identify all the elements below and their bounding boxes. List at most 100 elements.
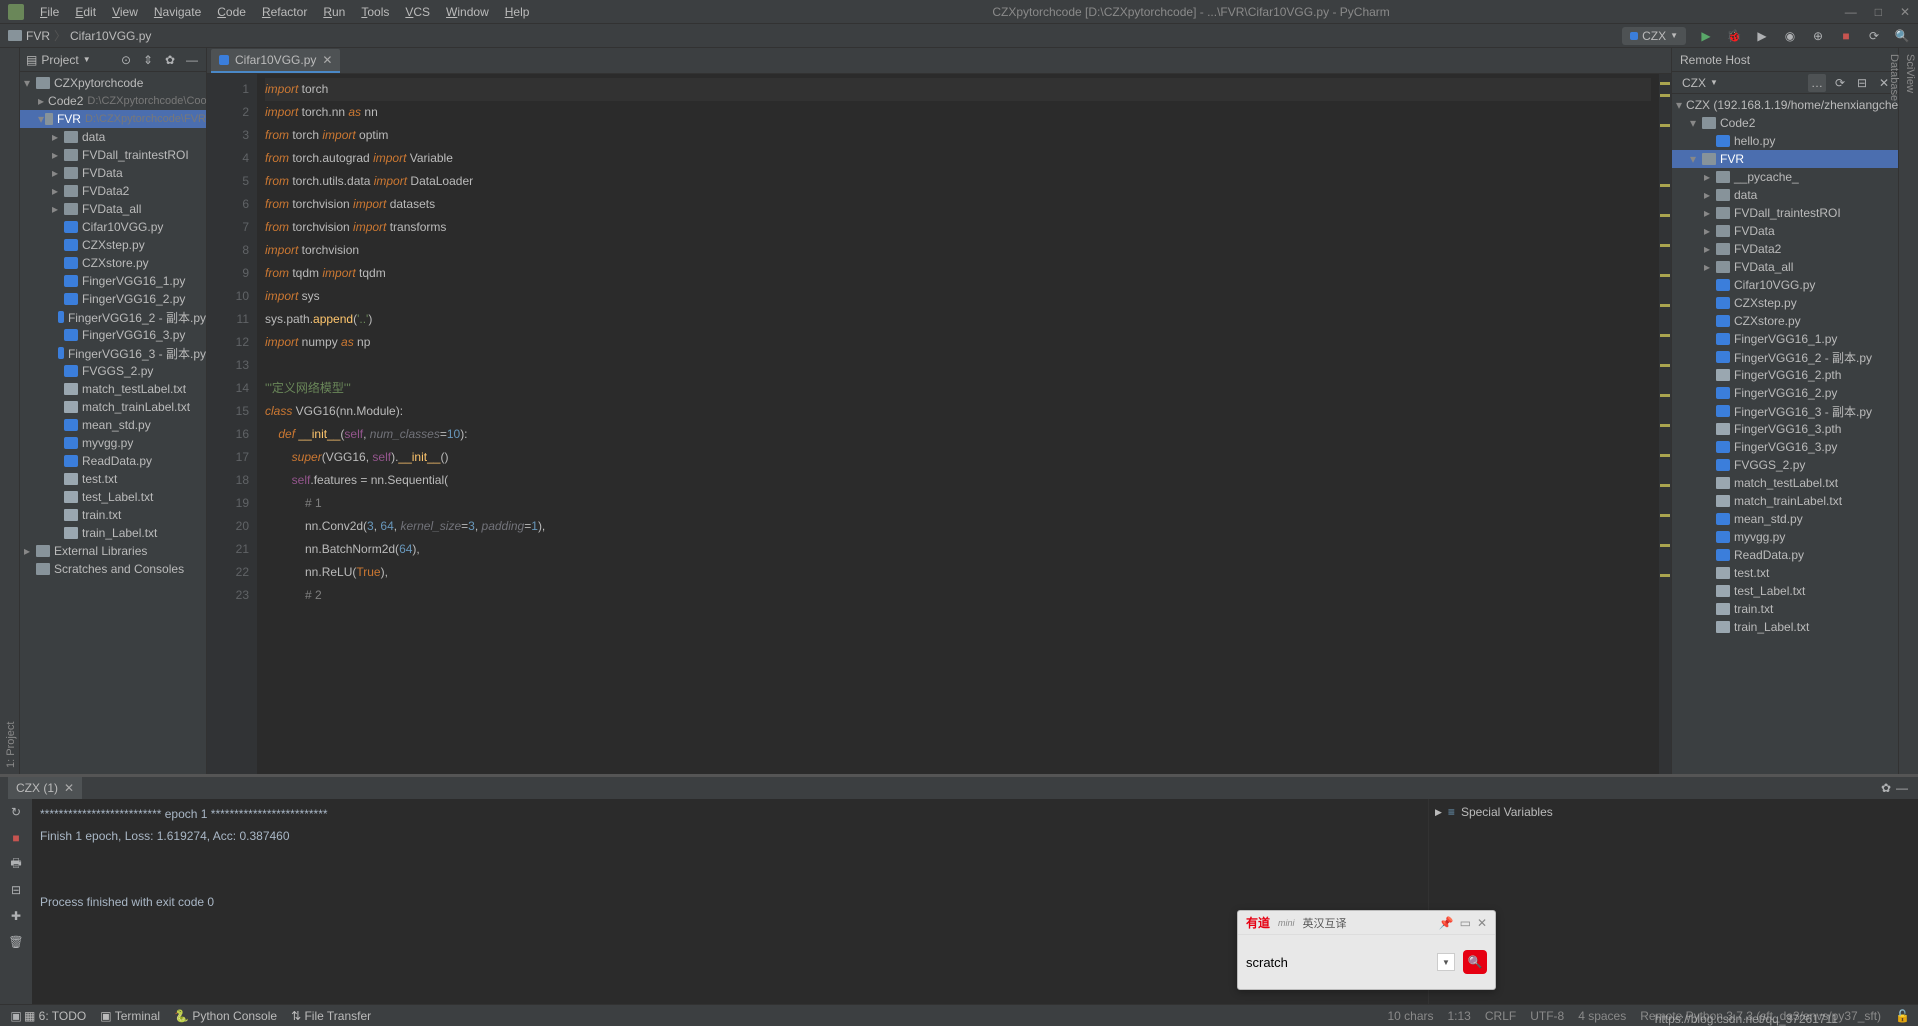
console-output[interactable]: ************************** epoch 1 *****… xyxy=(32,799,1428,1004)
remote-refresh-button[interactable]: ⟳ xyxy=(1832,75,1848,91)
tree-node[interactable]: Scratches and Consoles xyxy=(20,560,206,578)
status-indent[interactable]: 4 spaces xyxy=(1578,1009,1626,1023)
status-line-sep[interactable]: CRLF xyxy=(1485,1009,1516,1023)
tree-node[interactable]: ▾Code2 xyxy=(1672,114,1898,132)
editor-content[interactable]: import torchimport torch.nn as nnfrom to… xyxy=(257,74,1659,774)
tree-node[interactable]: FingerVGG16_3.py xyxy=(1672,438,1898,456)
tree-node[interactable]: ▸data xyxy=(1672,186,1898,204)
debug-button[interactable]: 🐞 xyxy=(1726,28,1742,44)
breadcrumb-file[interactable]: Cifar10VGG.py xyxy=(70,29,151,43)
tree-node[interactable]: CZXstore.py xyxy=(1672,312,1898,330)
update-button[interactable]: ⟳ xyxy=(1866,28,1882,44)
maximize-button[interactable]: □ xyxy=(1875,5,1882,19)
remote-tree[interactable]: ▾CZX (192.168.1.19/home/zhenxiangchen/CZ… xyxy=(1672,94,1898,774)
tree-node[interactable]: ▸data xyxy=(20,128,206,146)
tree-node[interactable]: match_testLabel.txt xyxy=(1672,474,1898,492)
tree-node[interactable]: train_Label.txt xyxy=(1672,618,1898,636)
tree-node[interactable]: FVGGS_2.py xyxy=(1672,456,1898,474)
tree-node[interactable]: ReadData.py xyxy=(20,452,206,470)
structure-tool-tab[interactable]: 7: Structure xyxy=(0,48,3,774)
tree-node[interactable]: ▾FVRD:\CZXpytorchcode\FVR xyxy=(20,110,206,128)
tree-node[interactable]: test_Label.txt xyxy=(1672,582,1898,600)
stop-process-button[interactable]: ■ xyxy=(7,829,25,847)
editor-gutter[interactable]: 1234567891011121314151617181920212223 xyxy=(207,74,257,774)
tree-node[interactable]: test.txt xyxy=(1672,564,1898,582)
project-tool-tab[interactable]: 1: Project xyxy=(3,48,19,774)
tree-node[interactable]: FingerVGG16_2 - 副本.py xyxy=(20,308,206,326)
tree-node[interactable]: FingerVGG16_3.pth xyxy=(1672,420,1898,438)
project-view-selector[interactable]: ▤Project ▼ xyxy=(26,53,91,67)
youdao-close-icon[interactable]: ✕ xyxy=(1477,916,1487,930)
export-button[interactable]: 🖶 xyxy=(7,855,25,873)
tree-node[interactable]: match_trainLabel.txt xyxy=(1672,492,1898,510)
tree-node[interactable]: test.txt xyxy=(20,470,206,488)
tree-node[interactable]: match_testLabel.txt xyxy=(20,380,206,398)
tool-python-console[interactable]: 🐍 Python Console xyxy=(174,1009,277,1023)
tree-node[interactable]: ▸FVDall_traintestROI xyxy=(1672,204,1898,222)
menu-view[interactable]: View xyxy=(104,5,146,19)
sciview-tool-tab[interactable]: SciView xyxy=(1902,48,1918,774)
hide-icon[interactable]: — xyxy=(184,52,200,68)
tool-windows-button[interactable]: ▣ xyxy=(8,1008,24,1024)
tree-node[interactable]: ▸FVData xyxy=(1672,222,1898,240)
remote-collapse-button[interactable]: ⊟ xyxy=(1854,75,1870,91)
special-variables-node[interactable]: ▶ ≡ Special Variables xyxy=(1435,805,1912,819)
menu-vcs[interactable]: VCS xyxy=(397,5,438,19)
database-tool-tab[interactable]: Database xyxy=(1886,48,1902,774)
tree-node[interactable]: train_Label.txt xyxy=(20,524,206,542)
tree-node[interactable]: FingerVGG16_3 - 副本.py xyxy=(1672,402,1898,420)
close-tab-button[interactable]: ✕ xyxy=(322,53,332,67)
settings-icon[interactable]: ✿ xyxy=(162,52,178,68)
tool-file-transfer[interactable]: ⇅ File Transfer xyxy=(291,1009,371,1023)
status-position[interactable]: 1:13 xyxy=(1448,1009,1471,1023)
tree-node[interactable]: myvgg.py xyxy=(20,434,206,452)
attach-button[interactable]: ⊕ xyxy=(1810,28,1826,44)
tree-node[interactable]: ▸FVData xyxy=(20,164,206,182)
menu-edit[interactable]: Edit xyxy=(67,5,104,19)
run-button[interactable]: ▶ xyxy=(1698,28,1714,44)
tree-node[interactable]: CZXstore.py xyxy=(20,254,206,272)
tree-node[interactable]: ▾CZXpytorchcode xyxy=(20,74,206,92)
menu-run[interactable]: Run xyxy=(315,5,353,19)
tree-node[interactable]: FingerVGG16_3.py xyxy=(20,326,206,344)
run-coverage-button[interactable]: ▶ xyxy=(1754,28,1770,44)
stop-button[interactable]: ■ xyxy=(1838,28,1854,44)
menu-help[interactable]: Help xyxy=(497,5,538,19)
profile-button[interactable]: ◉ xyxy=(1782,28,1798,44)
tree-node[interactable]: ▸FVDall_traintestROI xyxy=(20,146,206,164)
menu-code[interactable]: Code xyxy=(209,5,254,19)
project-tree[interactable]: ▾CZXpytorchcode▸Code2D:\CZXpytorchcode\C… xyxy=(20,72,206,774)
tree-node[interactable]: myvgg.py xyxy=(1672,528,1898,546)
add-button[interactable]: ✚ xyxy=(7,907,25,925)
tree-node[interactable]: FingerVGG16_1.py xyxy=(1672,330,1898,348)
youdao-pin-icon[interactable]: 📌 xyxy=(1439,916,1454,930)
tree-node[interactable]: FingerVGG16_2.py xyxy=(1672,384,1898,402)
menu-window[interactable]: Window xyxy=(438,5,497,19)
tree-node[interactable]: FingerVGG16_2.pth xyxy=(1672,366,1898,384)
menu-navigate[interactable]: Navigate xyxy=(146,5,209,19)
run-hide-icon[interactable]: — xyxy=(1894,780,1910,796)
trash-button[interactable]: 🗑 xyxy=(7,933,25,951)
expand-icon[interactable]: ⇕ xyxy=(140,52,156,68)
tree-node[interactable]: ▸FVData2 xyxy=(1672,240,1898,258)
run-settings-icon[interactable]: ✿ xyxy=(1878,780,1894,796)
tree-node[interactable]: ▸Code2D:\CZXpytorchcode\Coo... xyxy=(20,92,206,110)
tree-node[interactable]: mean_std.py xyxy=(1672,510,1898,528)
tree-node[interactable]: hello.py xyxy=(1672,132,1898,150)
remote-connection-selector[interactable]: CZX ▼ xyxy=(1678,76,1802,90)
tree-node[interactable]: ▸External Libraries xyxy=(20,542,206,560)
tool-6--todo[interactable]: ▦ 6: TODO xyxy=(24,1009,86,1023)
status-interpreter[interactable]: Remote Python 3.7.3 (sft_da3/envs/py37_s… xyxy=(1640,1009,1881,1023)
marker-bar[interactable] xyxy=(1659,74,1671,774)
tree-node[interactable]: Cifar10VGG.py xyxy=(20,218,206,236)
tree-node[interactable]: FingerVGG16_3 - 副本.py xyxy=(20,344,206,362)
tree-node[interactable]: CZXstep.py xyxy=(20,236,206,254)
search-everywhere-button[interactable]: 🔍 xyxy=(1894,28,1910,44)
editor-tab[interactable]: Cifar10VGG.py ✕ xyxy=(211,49,340,73)
tree-node[interactable]: mean_std.py xyxy=(20,416,206,434)
tree-node[interactable]: match_trainLabel.txt xyxy=(20,398,206,416)
youdao-expand-icon[interactable]: ▭ xyxy=(1460,916,1471,930)
youdao-search-button[interactable]: 🔍 xyxy=(1463,950,1487,974)
menu-file[interactable]: File xyxy=(32,5,67,19)
tree-node[interactable]: FingerVGG16_2.py xyxy=(20,290,206,308)
